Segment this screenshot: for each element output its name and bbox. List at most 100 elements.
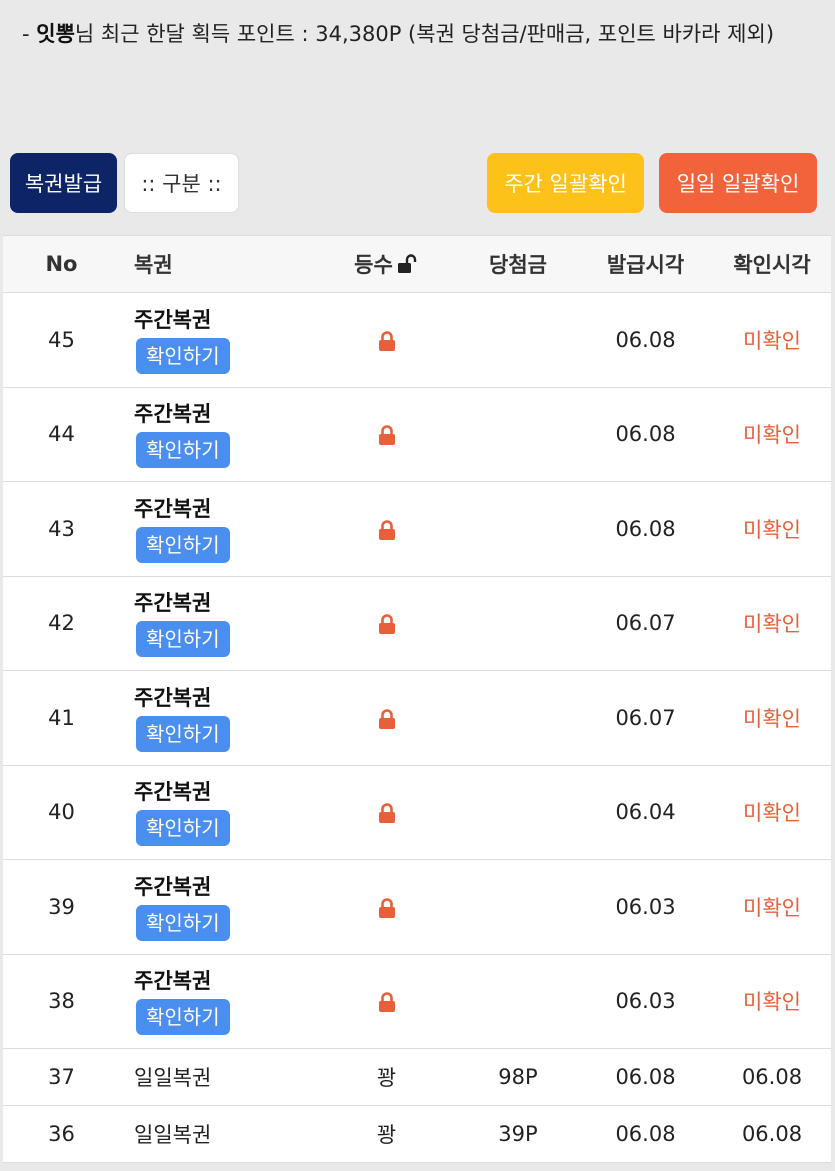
row-checked: 미확인 bbox=[743, 517, 801, 542]
table-row: 38 주간복권 확인하기 06.03 미확인 bbox=[3, 955, 831, 1049]
row-lottery: 주간복권확인하기 bbox=[120, 589, 315, 658]
row-lottery: 주간복권확인하기 bbox=[120, 495, 315, 563]
lock-icon bbox=[378, 614, 395, 635]
lock-icon bbox=[378, 897, 395, 918]
header-rank[interactable]: 등수 bbox=[315, 249, 458, 279]
check-button[interactable]: 확인하기 bbox=[136, 621, 230, 658]
row-rank bbox=[315, 611, 458, 635]
row-lottery-name: 주간복권 bbox=[134, 780, 212, 805]
row-lottery-name: 주간복권 bbox=[134, 402, 212, 427]
row-no: 40 bbox=[48, 800, 75, 825]
lock-icon bbox=[378, 708, 395, 729]
row-issued: 06.08 bbox=[615, 422, 676, 447]
row-lottery-name: 주간복권 bbox=[134, 496, 212, 521]
check-button[interactable]: 확인하기 bbox=[136, 526, 230, 563]
row-lottery-name: 주간복권 bbox=[134, 591, 212, 616]
row-no: 44 bbox=[48, 422, 75, 447]
row-checked: 미확인 bbox=[743, 328, 801, 353]
row-no: 36 bbox=[48, 1122, 75, 1146]
row-no: 37 bbox=[48, 1065, 75, 1089]
row-lottery: 주간복권확인하기 bbox=[120, 400, 315, 469]
points-summary: - 잇뽕님 최근 한달 획득 포인트 : 34,380P (복권 당첨금/판매금… bbox=[22, 10, 822, 58]
row-rank bbox=[315, 422, 458, 446]
row-rank bbox=[315, 989, 458, 1013]
check-button[interactable]: 확인하기 bbox=[136, 999, 230, 1036]
check-button[interactable]: 확인하기 bbox=[136, 337, 230, 374]
row-checked: 06.08 bbox=[741, 1065, 803, 1089]
row-no: 39 bbox=[48, 894, 75, 919]
row-issued: 06.03 bbox=[615, 894, 676, 919]
row-checked: 미확인 bbox=[743, 706, 801, 731]
row-issued: 06.03 bbox=[615, 989, 676, 1014]
check-button[interactable]: 확인하기 bbox=[136, 904, 230, 941]
lock-icon bbox=[378, 519, 395, 540]
row-rank bbox=[315, 800, 458, 824]
row-prize: 98P bbox=[498, 1065, 538, 1089]
row-issued: 06.07 bbox=[615, 611, 676, 636]
row-lottery: 주간복권확인하기 bbox=[120, 873, 315, 941]
row-checked: 미확인 bbox=[743, 801, 801, 826]
summary-prefix: - bbox=[22, 22, 37, 46]
row-lottery-name: 주간복권 bbox=[134, 874, 212, 899]
lottery-table: No 복권 등수 당첨금 발급시각 확인시각 45 주간복권 확인하기 06.08 미확… bbox=[3, 235, 831, 1163]
summary-text: 님 최근 한달 획득 포인트 : 34,380P (복권 당첨금/판매금, 포인… bbox=[74, 22, 775, 46]
row-checked: 미확인 bbox=[743, 990, 801, 1015]
row-rank bbox=[315, 895, 458, 919]
unlock-icon bbox=[397, 254, 417, 273]
header-lottery: 복권 bbox=[134, 253, 173, 277]
row-no: 43 bbox=[48, 516, 75, 541]
table-row: 43 주간복권확인하기 06.08 미확인 bbox=[3, 482, 831, 577]
row-lottery: 주간복권확인하기 bbox=[120, 684, 315, 752]
row-prize: 39P bbox=[498, 1122, 538, 1146]
table-row: 45 주간복권 확인하기 06.08 미확인 bbox=[3, 293, 831, 388]
header-no: No bbox=[45, 252, 78, 276]
row-rank bbox=[315, 517, 458, 541]
row-issued: 06.08 bbox=[615, 1065, 676, 1089]
table-row: 40 주간복권확인하기 06.04 미확인 bbox=[3, 766, 831, 860]
row-no: 41 bbox=[48, 705, 75, 730]
row-checked: 미확인 bbox=[743, 895, 801, 920]
row-checked: 06.08 bbox=[741, 1122, 803, 1146]
check-button[interactable]: 확인하기 bbox=[136, 432, 230, 469]
issue-lottery-button[interactable]: 복권발급 bbox=[10, 153, 117, 213]
row-lottery: 주간복권확인하기 bbox=[120, 306, 315, 374]
weekly-bulk-confirm-button[interactable]: 주간 일괄확인 bbox=[487, 153, 644, 213]
row-issued: 06.08 bbox=[615, 1122, 676, 1146]
lock-icon bbox=[378, 425, 395, 446]
row-lottery: 주간복권확인하기 bbox=[120, 967, 315, 1036]
table-row: 36 일일복권 꽝 39P 06.08 06.08 bbox=[3, 1106, 831, 1163]
header-rank-label: 등수 bbox=[354, 253, 393, 277]
daily-bulk-confirm-button[interactable]: 일일 일괄확인 bbox=[659, 153, 817, 213]
lock-icon bbox=[378, 330, 395, 351]
row-lottery-name: 주간복권 bbox=[134, 307, 212, 332]
lock-icon bbox=[378, 803, 395, 824]
header-checked: 확인시각 bbox=[733, 253, 811, 277]
header-issued: 발급시각 bbox=[606, 253, 685, 277]
row-issued: 06.08 bbox=[615, 516, 676, 541]
summary-user: 잇뽕 bbox=[36, 22, 75, 46]
row-lottery-name: 일일복권 bbox=[134, 1066, 212, 1090]
header-prize: 당첨금 bbox=[489, 253, 547, 277]
row-rank: 꽝 bbox=[376, 1123, 397, 1147]
check-button[interactable]: 확인하기 bbox=[136, 810, 230, 847]
table-header: No 복권 등수 당첨금 발급시각 확인시각 bbox=[3, 236, 831, 293]
table-row: 42 주간복권 확인하기 06.07 미확인 bbox=[3, 577, 831, 671]
row-lottery-name: 주간복권 bbox=[134, 969, 212, 994]
row-checked: 미확인 bbox=[743, 423, 801, 448]
row-issued: 06.08 bbox=[615, 327, 676, 352]
table-row: 39 주간복권확인하기 06.03 미확인 bbox=[3, 860, 831, 955]
row-issued: 06.04 bbox=[615, 800, 676, 825]
check-button[interactable]: 확인하기 bbox=[136, 715, 230, 752]
row-checked: 미확인 bbox=[743, 612, 801, 637]
table-row: 41 주간복권 확인하기 06.07 미확인 bbox=[3, 671, 831, 766]
row-rank: 꽝 bbox=[376, 1066, 397, 1090]
category-filter-select[interactable]: :: 구분 :: bbox=[124, 153, 239, 213]
row-lottery: 주간복권확인하기 bbox=[120, 778, 315, 847]
table-row: 44 주간복권확인하기 06.08 미확인 bbox=[3, 388, 831, 482]
row-rank bbox=[315, 706, 458, 730]
row-lottery-name: 일일복권 bbox=[134, 1123, 212, 1147]
lock-icon bbox=[378, 992, 395, 1013]
table-body: 45 주간복권 확인하기 06.08 미확인 44 주간복권 확인하기 06.08 미확인 43 주간… bbox=[3, 293, 831, 1163]
row-rank bbox=[315, 328, 458, 352]
row-lottery-name: 주간복권 bbox=[134, 685, 212, 710]
